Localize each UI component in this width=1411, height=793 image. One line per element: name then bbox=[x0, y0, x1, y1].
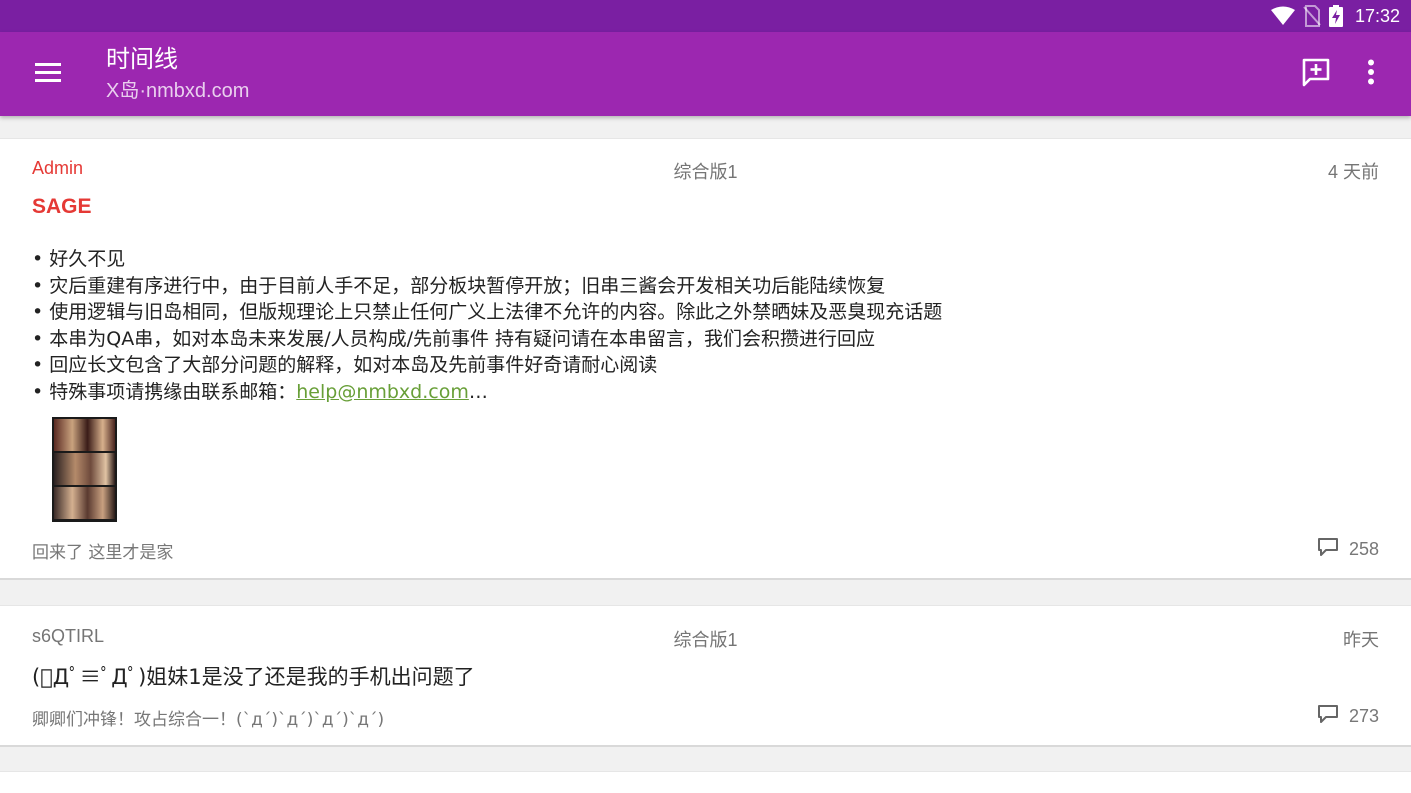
status-time: 17:32 bbox=[1354, 5, 1400, 26]
thread-content: • 好久不见 • 灾后重建有序进行中，由于目前人手不足，部分板块暂停开放；旧串三… bbox=[32, 246, 942, 405]
app-bar: 时间线 X岛·nmbxd.com bbox=[0, 32, 1411, 116]
email-prefix: • 特殊事项请携缘由联系邮箱： bbox=[32, 380, 297, 403]
content-line: • 回应长文包含了大部分问题的解释，如对本岛及先前事件好奇请耐心阅读 bbox=[32, 354, 658, 376]
thread-forum: 综合版1 bbox=[673, 162, 738, 182]
thread-forum: 综合版1 bbox=[673, 630, 738, 650]
no-sim-icon bbox=[1303, 5, 1321, 27]
content-line: • 本串为QA串，如对本岛未来发展/人员构成/先前事件 持有疑问请在本串留言，我… bbox=[32, 327, 876, 350]
menu-button[interactable] bbox=[20, 54, 76, 94]
reply-count[interactable]: 273 bbox=[1317, 704, 1379, 729]
thread-card[interactable] bbox=[0, 771, 1411, 793]
content-line: • 使用逻辑与旧岛相同，但版规理论上只禁止任何广义上法律不允许的内容。除此之外禁… bbox=[32, 301, 943, 323]
thumbnail-panel bbox=[54, 453, 115, 485]
new-thread-icon bbox=[1301, 57, 1331, 91]
battery-charging-icon bbox=[1328, 5, 1343, 27]
new-thread-button[interactable] bbox=[1294, 54, 1338, 94]
comment-icon bbox=[1317, 704, 1339, 729]
thread-title: (ﾟДﾟ≡ﾟДﾟ)姐妹1是没了还是我的手机出问题了 bbox=[32, 665, 475, 689]
more-vert-icon bbox=[1367, 59, 1375, 89]
thread-card[interactable]: s6QTIRL 综合版1 昨天 (ﾟДﾟ≡ﾟДﾟ)姐妹1是没了还是我的手机出问题… bbox=[0, 605, 1411, 747]
page-title: 时间线 bbox=[106, 45, 178, 73]
thread-time: 4 天前 bbox=[1327, 162, 1379, 182]
menu-icon bbox=[34, 61, 62, 87]
thumbnail-panel bbox=[54, 487, 115, 519]
content-line-email: • 特殊事项请携缘由联系邮箱：help@nmbxd.com… bbox=[32, 379, 942, 406]
email-link[interactable]: help@nmbxd.com bbox=[296, 381, 469, 403]
sage-label: SAGE bbox=[32, 195, 92, 218]
wifi-icon bbox=[1270, 6, 1295, 26]
reply-count-value: 273 bbox=[1348, 706, 1379, 726]
thread-card[interactable]: Admin 综合版1 4 天前 SAGE • 好久不见 • 灾后重建有序进行中，… bbox=[0, 138, 1411, 580]
reply-count-value: 258 bbox=[1348, 539, 1379, 559]
status-icons: 17:32 bbox=[1270, 0, 1400, 32]
content-line: • 灾后重建有序进行中，由于目前人手不足，部分板块暂停开放；旧串三酱会开发相关功… bbox=[32, 274, 886, 297]
status-bar: 17:32 bbox=[0, 0, 1411, 32]
thread-footer-text: 回来了 这里才是家 bbox=[32, 543, 174, 563]
thread-time: 昨天 bbox=[1343, 630, 1379, 650]
comment-icon bbox=[1317, 537, 1339, 562]
thread-footer-text: 卿卿们冲锋！攻占综合一！(`д´)`д´)`д´)`д´) bbox=[32, 710, 385, 730]
app-title-block: 时间线 X岛·nmbxd.com bbox=[106, 42, 249, 105]
more-options-button[interactable] bbox=[1354, 54, 1388, 94]
ellipsis: … bbox=[468, 380, 488, 403]
thumbnail-panel bbox=[54, 419, 115, 451]
reply-count[interactable]: 258 bbox=[1317, 537, 1379, 562]
page-subtitle: X岛·nmbxd.com bbox=[106, 80, 250, 102]
thread-image-thumbnail[interactable] bbox=[52, 417, 117, 522]
content-line: • 好久不见 bbox=[32, 248, 126, 270]
